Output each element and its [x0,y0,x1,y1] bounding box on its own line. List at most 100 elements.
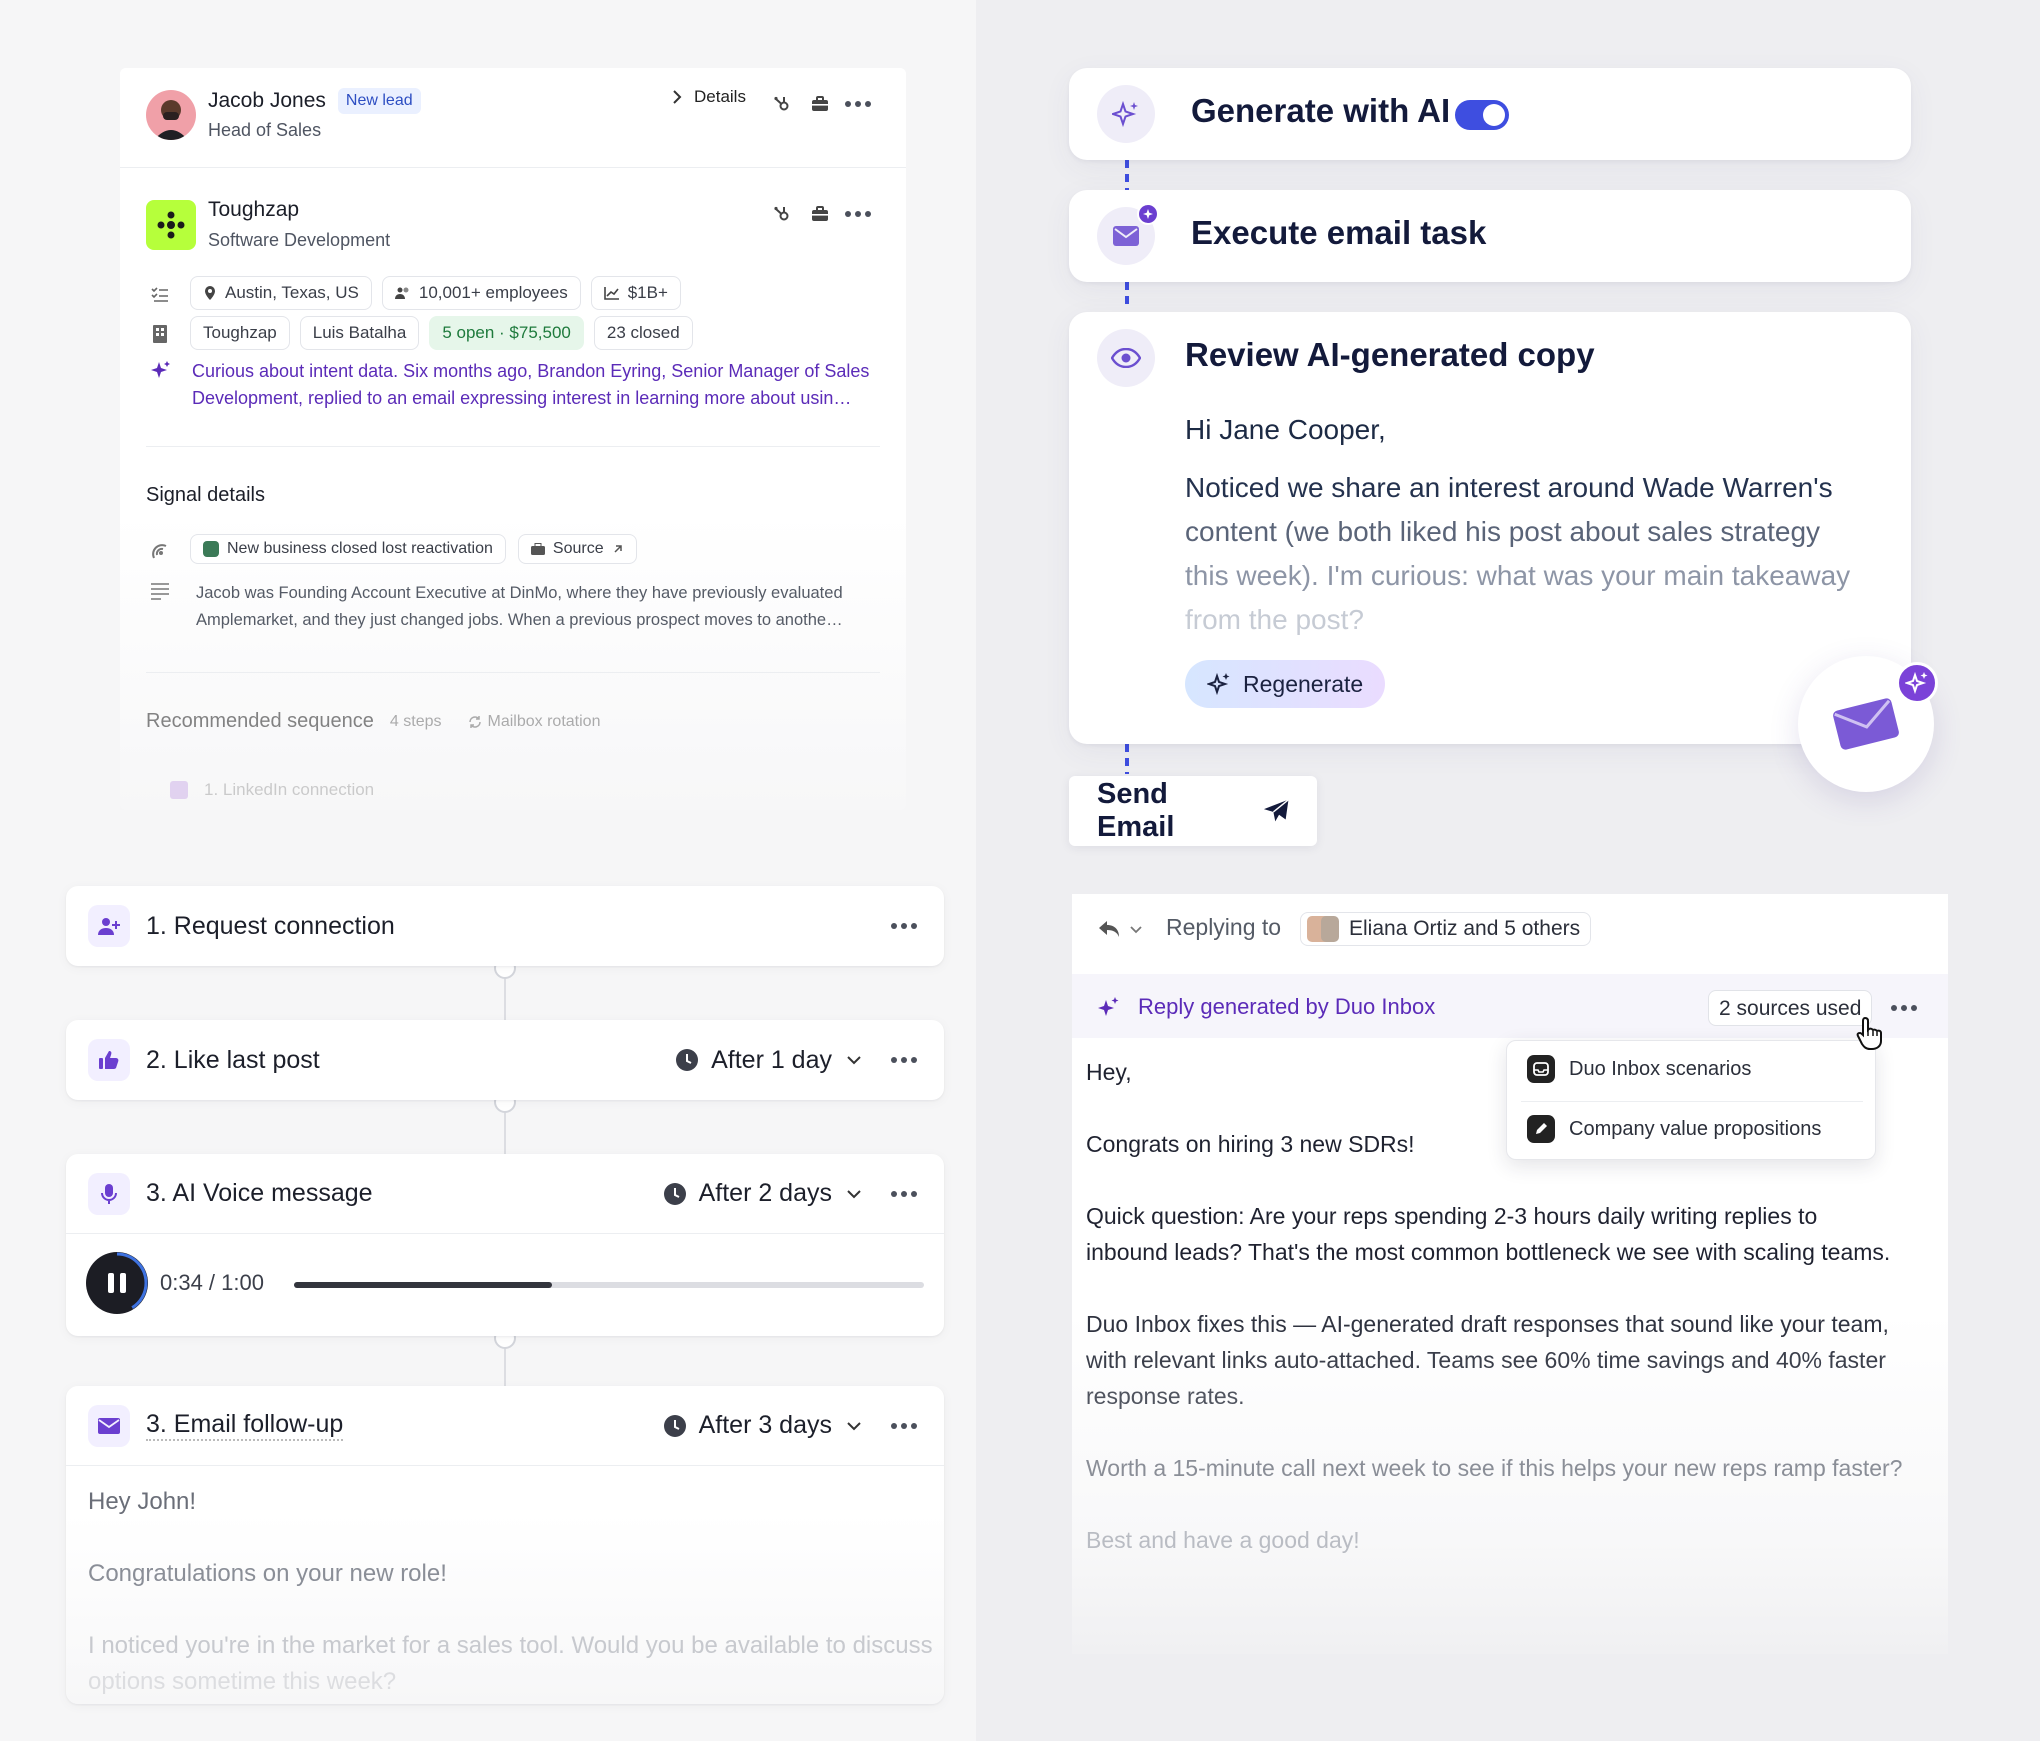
sequence-step-1[interactable]: 1. Request connection [66,886,944,966]
closed-deals-pill[interactable]: 23 closed [593,316,693,350]
flow-connector [1125,744,1129,774]
recipients-chip[interactable]: Eliana Ortiz and 5 others [1300,912,1592,946]
open-deals-pill[interactable]: 5 open · $75,500 [429,316,584,350]
reply-paragraph: Duo Inbox fixes this — AI-generated draf… [1086,1311,1889,1337]
send-email-button[interactable]: Send Email [1069,776,1317,846]
flow-connector [1125,282,1129,310]
chevron-down-icon [1130,926,1142,934]
briefcase-icon[interactable] [802,196,838,232]
sequence-step-2[interactable]: 2. Like last post After 1 day [66,1020,944,1100]
email-line: Congratulations on your new role! [88,1560,447,1587]
sources-dropdown: Duo Inbox scenarios Company value propos… [1506,1040,1876,1160]
status-square-icon [203,541,219,557]
chevron-right-icon [673,90,682,104]
chevron-down-icon [847,1189,861,1198]
review-copy-card: Review AI-generated copy Hi Jane Cooper,… [1069,312,1911,744]
generated-by-label: Reply generated by Duo Inbox [1138,994,1436,1019]
delay-label: After 2 days [698,1179,832,1207]
revenue-pill: $1B+ [590,276,681,310]
building-icon [152,324,168,344]
voice-progress-fill [294,1282,553,1288]
reply-paragraph: Worth a 15-minute call next week to see … [1086,1455,1903,1481]
pencil-icon [1527,1115,1555,1143]
voice-progress-track[interactable] [294,1282,924,1288]
linkedin-icon [170,781,188,799]
source-link[interactable]: Source [517,534,637,564]
hubspot-icon[interactable] [764,86,800,122]
reply-paragraph: Best and have a good day! [1086,1527,1360,1553]
intent-insight: Curious about intent data. Six months ag… [192,361,870,408]
step-title: 3. AI Voice message [146,1179,373,1207]
sequence-step-3[interactable]: 3. AI Voice message After 2 days 0:34 / … [66,1154,944,1336]
external-link-icon [614,545,622,553]
more-options-icon[interactable] [886,908,922,944]
sequence-step-4[interactable]: 3. Email follow-up After 3 days Hey John… [66,1386,944,1704]
step-title: 1. Request connection [146,911,395,940]
eye-icon [1097,329,1155,387]
copy-line: this week). I'm curious: what was your m… [1185,560,1851,591]
signal-tag-text: New business closed lost reactivation [227,540,493,557]
hand-cursor-icon [1856,1016,1882,1050]
reply-paragraph: response rates. [1086,1383,1245,1409]
more-options-icon[interactable] [886,1408,922,1444]
text-lines-icon [150,582,170,600]
delay-label: After 1 day [711,1045,832,1074]
briefcase-icon [530,543,545,555]
account-pill[interactable]: Toughzap [190,316,290,350]
ai-toggle[interactable] [1455,100,1509,130]
chevron-down-icon [847,1421,861,1430]
avatar [1307,916,1339,942]
clock-icon [663,1182,686,1205]
more-options-icon[interactable] [1886,990,1922,1026]
hubspot-icon[interactable] [764,196,800,232]
rotate-icon [468,715,481,728]
sparkle-icon [1098,997,1119,1016]
details-button[interactable]: Details [666,86,746,108]
toggle-knob [1483,104,1505,126]
delay-selector[interactable]: After 2 days [663,1179,864,1208]
reply-action-menu[interactable] [1098,920,1144,938]
pin-icon [205,286,215,300]
mail-icon [1097,203,1159,265]
source-item[interactable]: Duo Inbox scenarios [1527,1055,1751,1083]
voice-time: 0:34 / 1:00 [160,1270,264,1295]
review-label: Review AI-generated copy [1185,336,1595,373]
owner-pill[interactable]: Luis Batalha [299,316,420,350]
lead-title: Head of Sales [208,120,322,140]
briefcase-icon[interactable] [802,86,838,122]
avatar[interactable] [146,90,196,140]
people-icon [394,287,409,299]
location-text: Austin, Texas, US [225,283,359,302]
more-options-icon[interactable] [886,1176,922,1212]
signal-description: Jacob was Founding Account Executive at … [196,584,843,629]
more-options-icon[interactable] [886,1042,922,1078]
regenerate-button[interactable]: Regenerate [1185,660,1386,708]
more-options-icon[interactable] [840,196,876,232]
company-industry: Software Development [208,230,391,250]
sources-used-button[interactable]: 2 sources used [1708,990,1873,1026]
add-user-icon [88,905,130,947]
generate-label: Generate with AI [1191,92,1451,129]
location-pill: Austin, Texas, US [190,276,372,310]
delay-selector[interactable]: After 3 days [663,1411,864,1440]
more-options-icon[interactable] [840,86,876,122]
delay-label: After 3 days [698,1411,832,1439]
step-title: 3. Email follow-up [146,1410,344,1441]
signal-tag: New business closed lost reactivation [190,534,506,564]
delay-selector[interactable]: After 1 day [675,1046,864,1075]
copy-line: content (we both liked his post about sa… [1185,516,1821,547]
replying-to-label: Replying to [1166,914,1282,940]
microphone-icon [88,1172,130,1215]
pause-button[interactable] [86,1252,148,1314]
mail-icon [88,1404,130,1447]
source-item[interactable]: Company value propositions [1527,1115,1821,1143]
source-label: Source [552,540,604,557]
reply-paragraph: Quick question: Are your reps spending 2… [1086,1203,1818,1229]
clock-icon [676,1049,699,1071]
lead-name[interactable]: Jacob Jones [208,89,326,113]
flow-connector [1125,160,1129,190]
company-name[interactable]: Toughzap [208,198,299,222]
thumbs-up-icon [88,1039,130,1081]
steps-count: 4 steps [389,712,442,730]
reply-panel: Replying to Eliana Ortiz and 5 others Re… [1072,894,1948,1654]
